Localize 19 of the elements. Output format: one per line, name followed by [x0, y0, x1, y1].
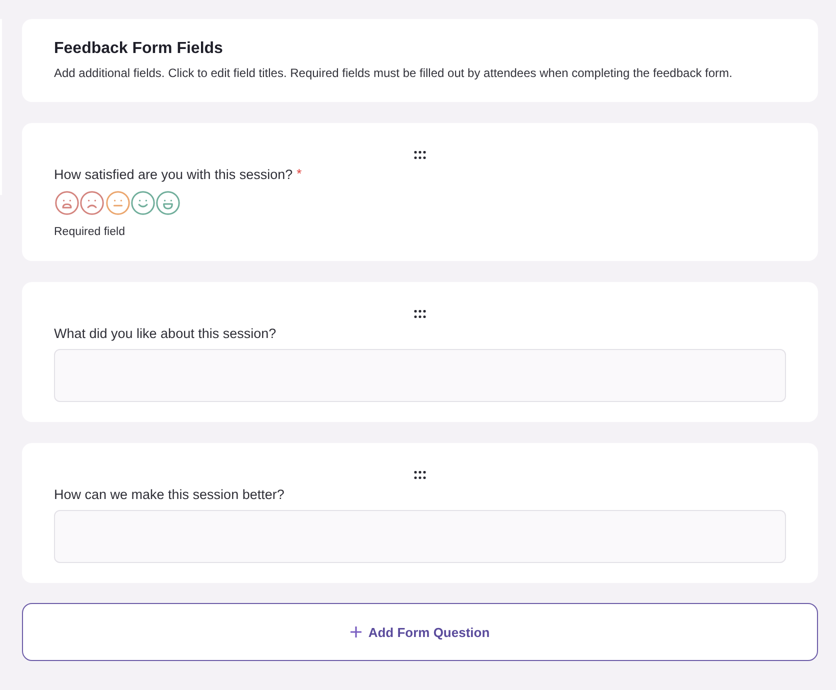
- drag-handle-icon[interactable]: [414, 151, 426, 159]
- grinning-face-icon[interactable]: [156, 191, 180, 215]
- plus-icon: [350, 626, 362, 638]
- answer-field[interactable]: [54, 349, 786, 402]
- smiling-face-icon[interactable]: [130, 191, 155, 215]
- question-label[interactable]: How satisfied are you with this session?: [54, 166, 293, 184]
- add-question-button[interactable]: Add Form Question: [22, 603, 818, 661]
- question-label[interactable]: What did you like about this session?: [54, 325, 276, 343]
- frowning-face-icon[interactable]: [80, 191, 104, 215]
- drag-handle-icon[interactable]: [414, 471, 426, 479]
- answer-field[interactable]: [54, 510, 786, 563]
- question-label[interactable]: How can we make this session better?: [54, 486, 284, 504]
- section-title: Feedback Form Fields: [54, 39, 223, 59]
- section-description: Add additional fields. Click to edit field titles. Required fields must be filled out by attendees when completing the feedback form.: [54, 65, 732, 81]
- drag-handle-icon[interactable]: [414, 310, 426, 318]
- required-note: Required field: [54, 225, 125, 239]
- required-asterisk: *: [296, 167, 302, 181]
- distressed-face-icon[interactable]: [55, 191, 79, 215]
- neutral-face-icon[interactable]: [106, 191, 130, 215]
